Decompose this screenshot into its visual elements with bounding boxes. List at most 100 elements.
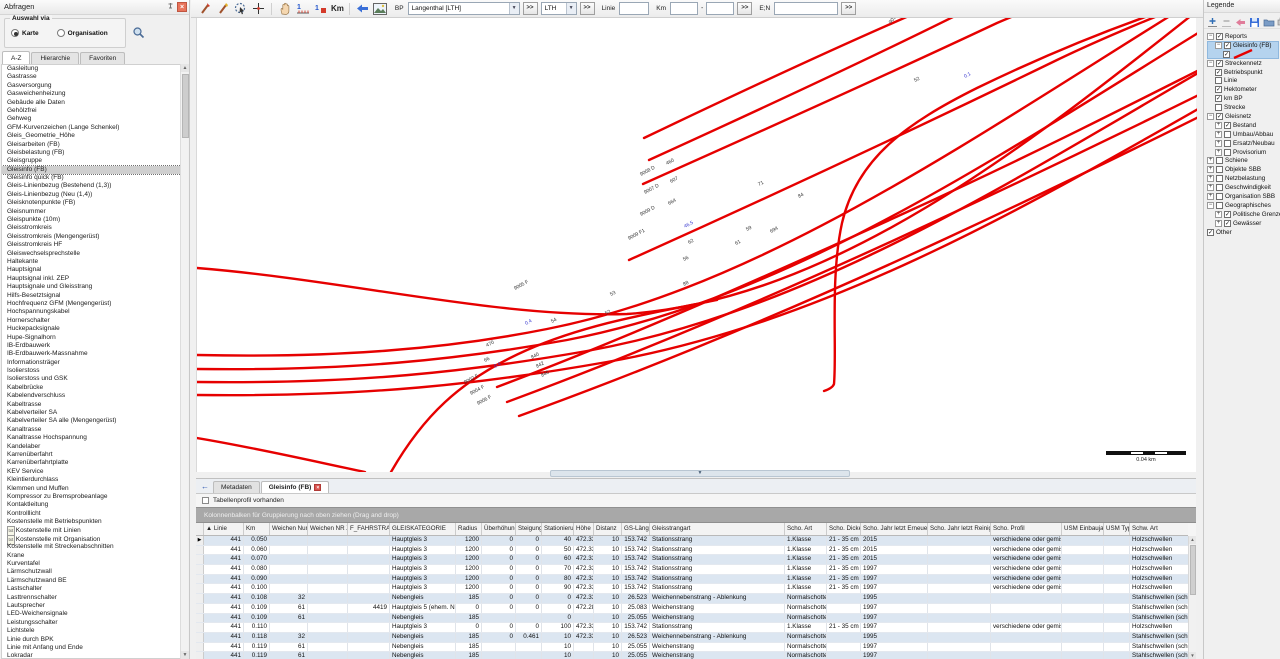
grid-cell[interactable]: 0: [482, 575, 516, 584]
back-arrow-icon[interactable]: [1235, 15, 1246, 26]
table-row[interactable]: 4410.11961Nebengleis185101025.055Weichen…: [196, 643, 1188, 653]
column-header[interactable]: Radius: [456, 523, 482, 535]
grid-cell[interactable]: 0: [516, 594, 542, 603]
grid-cell[interactable]: [348, 565, 390, 574]
grid-cell[interactable]: 1997: [861, 652, 928, 659]
query-list-item[interactable]: Gleis-Linienbezug (Neu (1,4)): [2, 191, 181, 199]
tab-a-z[interactable]: A-Z: [2, 51, 30, 64]
grid-cell[interactable]: [1062, 652, 1104, 659]
query-list-item[interactable]: txtKostenstelle mit Linien: [2, 526, 181, 534]
grid-cell[interactable]: Stationsstrang: [650, 565, 785, 574]
grid-cell[interactable]: 185: [456, 652, 482, 659]
grid-cell[interactable]: 21 - 35 cm: [827, 565, 861, 574]
table-row[interactable]: 4410.109614419Hauptgleis 5 (ehem. NG2)00…: [196, 604, 1188, 614]
grid-cell[interactable]: 0.109: [244, 604, 270, 613]
grid-cell[interactable]: 10: [594, 623, 622, 632]
query-list-item[interactable]: Kostenstelle mit Betriebspunkten: [2, 518, 181, 526]
legend-tree-item[interactable]: −Geographisches: [1204, 201, 1280, 210]
query-list-item[interactable]: Kompressor zu Bremsprobeanlage: [2, 493, 181, 501]
grid-cell[interactable]: Stahlschwellen (sch: [1130, 594, 1188, 603]
expand-icon[interactable]: +: [1215, 122, 1222, 129]
grid-cell[interactable]: [1104, 575, 1130, 584]
column-header[interactable]: Scho. Art: [785, 523, 827, 535]
grid-cell[interactable]: 153.742: [622, 623, 650, 632]
overview-map-icon[interactable]: [373, 2, 388, 16]
grid-cell[interactable]: 441: [204, 633, 244, 642]
query-list-item[interactable]: Gleisnummer: [2, 208, 181, 216]
tab-metadaten[interactable]: Metadaten: [213, 481, 260, 493]
grid-cell[interactable]: [928, 575, 991, 584]
pin-icon[interactable]: [165, 2, 175, 12]
grid-cell[interactable]: 0: [516, 575, 542, 584]
grid-cell[interactable]: [270, 555, 308, 564]
grid-cell[interactable]: Stahlschwellen (sch: [1130, 633, 1188, 642]
layer-checkbox[interactable]: [1224, 140, 1231, 147]
grid-cell[interactable]: Normalschotter: [785, 594, 827, 603]
grid-cell[interactable]: [991, 652, 1062, 659]
grid-cell[interactable]: [348, 584, 390, 593]
row-selector[interactable]: [196, 555, 204, 564]
flash-tool-icon[interactable]: [215, 2, 230, 16]
query-list-item[interactable]: Lärmschutzwand BE: [2, 577, 181, 585]
grid-cell[interactable]: [308, 594, 348, 603]
query-list-item[interactable]: Informationsträger: [2, 359, 181, 367]
km-to-input[interactable]: [706, 2, 734, 15]
grid-cell[interactable]: [827, 652, 861, 659]
grid-cell[interactable]: 4419: [348, 604, 390, 613]
table-row[interactable]: 4410.110Hauptgleis 3000100472.33310153.7…: [196, 623, 1188, 633]
tabellenprofil-checkbox[interactable]: [202, 497, 209, 504]
grid-cell[interactable]: 441: [204, 584, 244, 593]
identify-tool-icon[interactable]: [197, 2, 212, 16]
table-row[interactable]: ▶4410.050Hauptgleis 312000040472.3331015…: [196, 536, 1188, 546]
grid-cell[interactable]: 441: [204, 594, 244, 603]
grid-cell[interactable]: [1062, 536, 1104, 545]
grid-cell[interactable]: [827, 614, 861, 623]
query-list-item[interactable]: LED-Weichensignale: [2, 610, 181, 618]
query-list-item[interactable]: Lastschalter: [2, 585, 181, 593]
grid-cell[interactable]: 441: [204, 604, 244, 613]
query-list-item[interactable]: Hauptsignal inkl. ZEP: [2, 275, 181, 283]
legend-tree-item[interactable]: +Netzbelastung: [1204, 174, 1280, 183]
grid-cell[interactable]: 10: [594, 594, 622, 603]
column-header[interactable]: USM Einbaujahr: [1062, 523, 1104, 535]
layer-checkbox[interactable]: ✓: [1223, 51, 1230, 58]
query-list-item[interactable]: Klemmen und Muffen: [2, 485, 181, 493]
tab-gleisinfo[interactable]: Gleisinfo (FB) ×: [261, 481, 330, 493]
grid-cell[interactable]: [308, 565, 348, 574]
grid-cell[interactable]: 26.523: [622, 594, 650, 603]
legend-tree-item[interactable]: −✓Gleisnetz: [1204, 112, 1280, 121]
grid-cell[interactable]: 1200: [456, 584, 482, 593]
grid-cell[interactable]: 90: [542, 584, 574, 593]
expand-icon[interactable]: +: [1207, 193, 1214, 200]
query-list-item[interactable]: Kabelbrücke: [2, 384, 181, 392]
grid-cell[interactable]: 0.100: [244, 584, 270, 593]
grid-cell[interactable]: 26.523: [622, 633, 650, 642]
grid-cell[interactable]: 472.333: [574, 594, 594, 603]
query-list-item[interactable]: Kabelendverschluss: [2, 392, 181, 400]
row-selector[interactable]: [196, 546, 204, 555]
expand-icon[interactable]: +: [1215, 149, 1222, 156]
query-list-item[interactable]: Gleisstromkreis: [2, 224, 181, 232]
grid-cell[interactable]: [991, 604, 1062, 613]
grid-cell[interactable]: 32: [270, 633, 308, 642]
query-list-item[interactable]: Hauptsignal: [2, 266, 181, 274]
query-list-item[interactable]: Gleiswechselsprechstelle: [2, 250, 181, 258]
grid-cell[interactable]: 1997: [861, 565, 928, 574]
grid-cell[interactable]: [928, 584, 991, 593]
grid-cell[interactable]: [1104, 633, 1130, 642]
row-selector[interactable]: [196, 565, 204, 574]
grid-cell[interactable]: [928, 536, 991, 545]
legend-tree-item[interactable]: +Umbau/Abbau: [1204, 130, 1280, 139]
grid-cell[interactable]: 441: [204, 652, 244, 659]
grid-cell[interactable]: [1104, 555, 1130, 564]
query-list-item[interactable]: Kabelverteiler SA alle (Mengengerüst): [2, 417, 181, 425]
grid-cell[interactable]: 0: [516, 536, 542, 545]
query-list-item[interactable]: Lichtstele: [2, 627, 181, 635]
remove-layer-icon[interactable]: [1221, 15, 1232, 26]
grid-cell[interactable]: Weichennebenstrang - Ablenkung: [650, 594, 785, 603]
grid-cell[interactable]: [574, 652, 594, 659]
query-list-item[interactable]: Kurventafel: [2, 560, 181, 568]
query-list-item[interactable]: Kabelverteiler SA: [2, 409, 181, 417]
grid-cell[interactable]: 61: [270, 604, 308, 613]
legend-tree-item[interactable]: +Organisation SBB: [1204, 192, 1280, 201]
